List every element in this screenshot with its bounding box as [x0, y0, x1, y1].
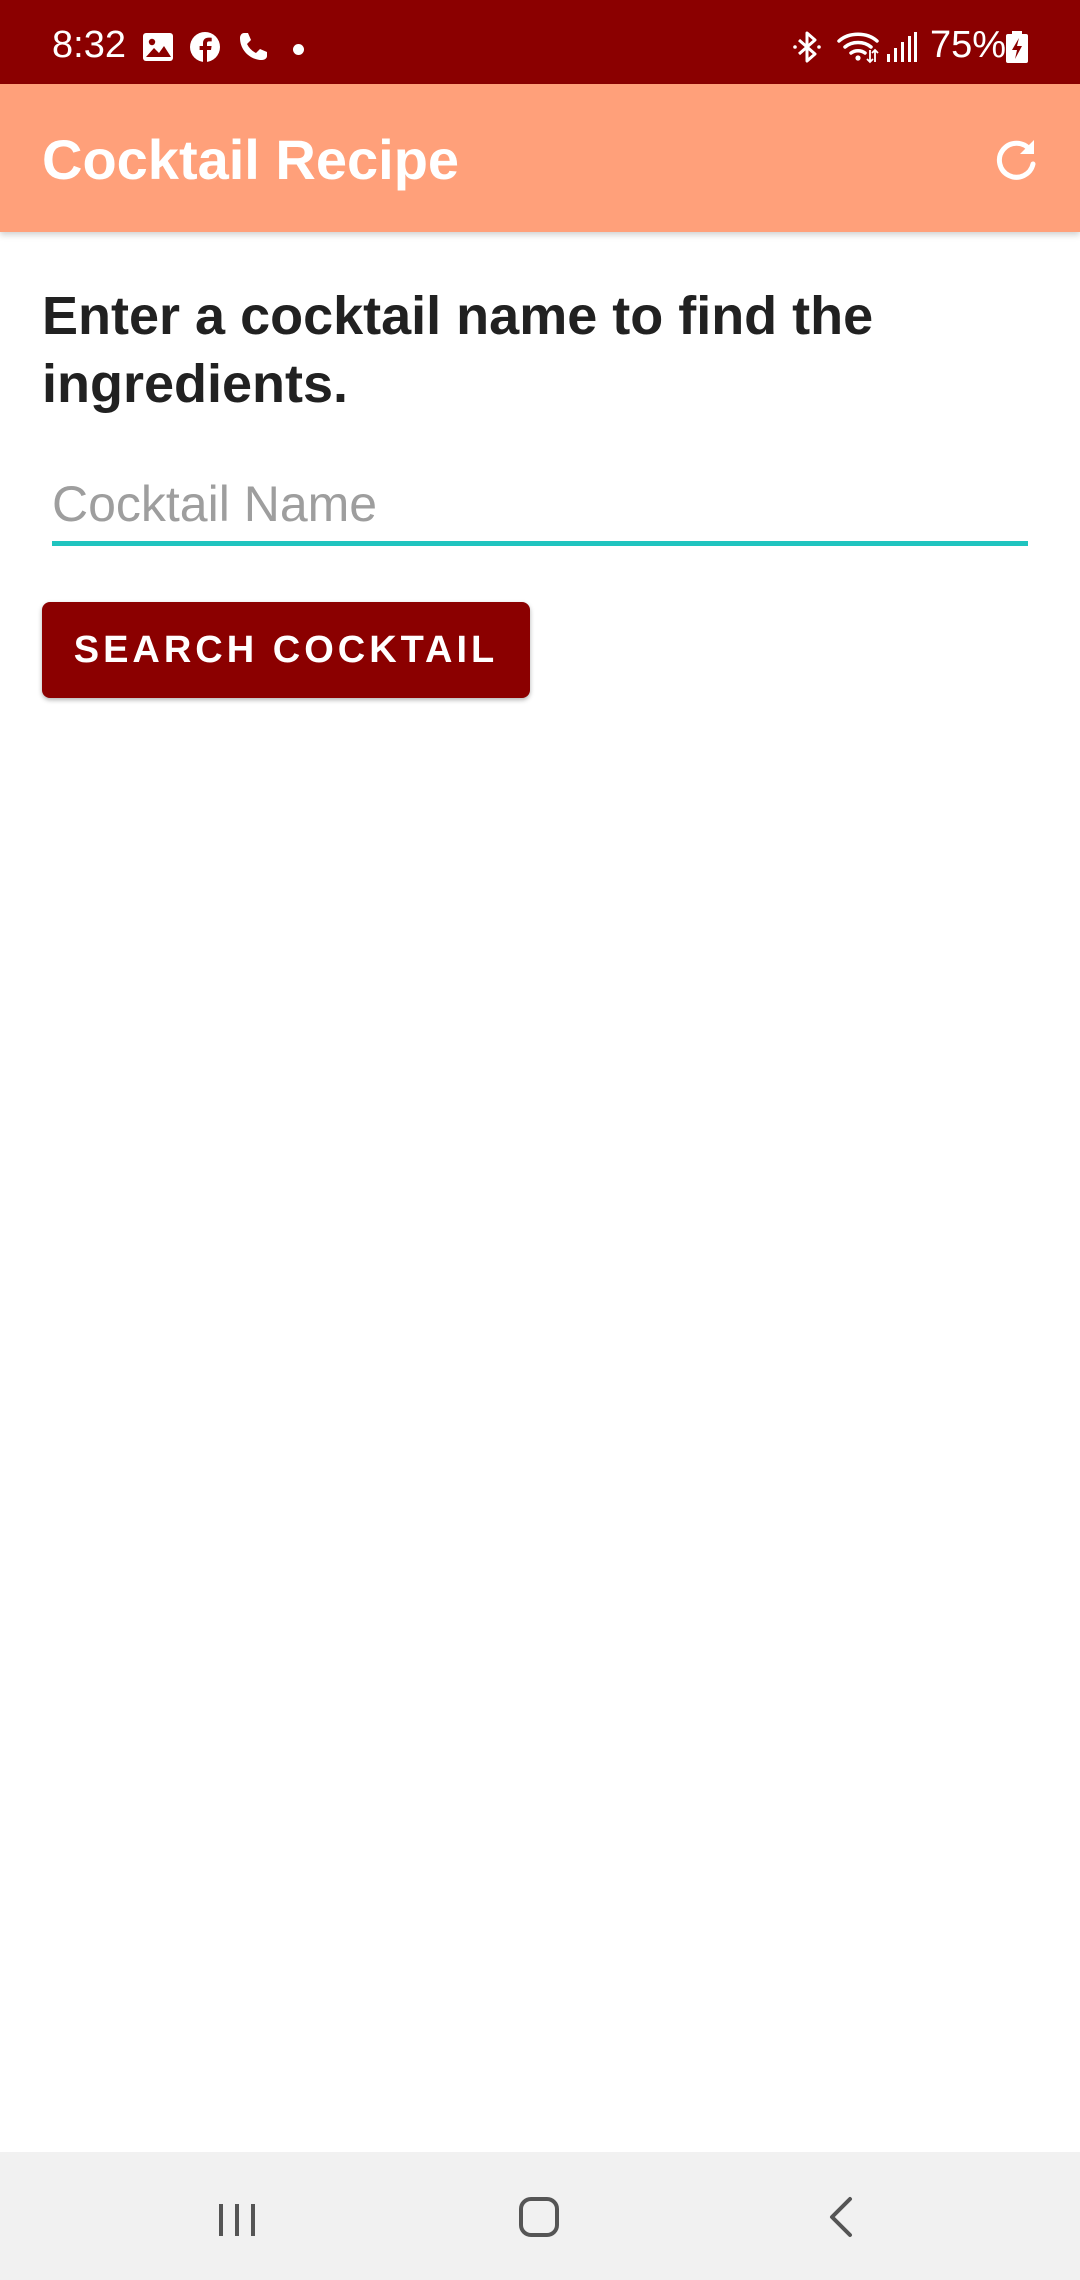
signal-icon — [887, 32, 917, 62]
instructions-text: Enter a cocktail name to find the ingred… — [42, 286, 874, 414]
battery-charging-icon — [1006, 31, 1028, 63]
bluetooth-icon — [793, 31, 821, 63]
phone-icon — [240, 33, 267, 60]
facebook-icon — [190, 32, 220, 62]
status-bar: 8:32 75% — [0, 0, 1080, 84]
wifi-icon — [837, 32, 879, 64]
app-title: Cocktail Recipe — [42, 128, 460, 191]
refresh-icon[interactable] — [990, 134, 1042, 186]
recent-apps-icon[interactable] — [202, 2182, 272, 2252]
navigation-bar — [0, 2152, 1080, 2280]
status-time: 8:32 — [52, 24, 126, 66]
notification-dot-icon — [293, 44, 304, 55]
app-bar: Cocktail Recipe — [0, 84, 1080, 232]
search-cocktail-button[interactable]: SEARCH COCKTAIL — [42, 602, 530, 698]
battery-percentage: 75% — [930, 24, 1007, 66]
cocktail-name-input[interactable] — [52, 466, 1028, 546]
gallery-icon — [143, 33, 173, 61]
home-icon[interactable] — [504, 2182, 574, 2252]
back-icon[interactable] — [806, 2182, 876, 2252]
